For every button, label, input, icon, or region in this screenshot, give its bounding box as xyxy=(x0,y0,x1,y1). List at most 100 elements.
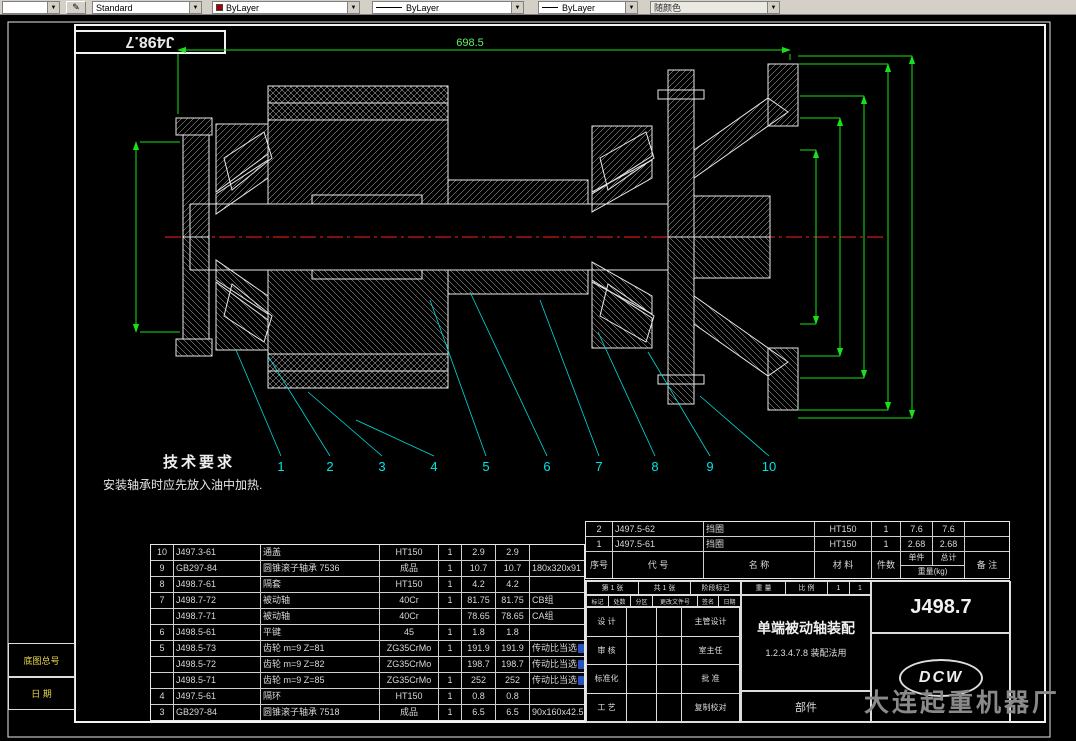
cell-remark: 传动比当选时,用 xyxy=(530,641,584,656)
cell-qty xyxy=(439,609,461,624)
cell-material: 成品 xyxy=(380,705,438,720)
cell-total-weight: 81.75 xyxy=(496,593,529,608)
remark-text: 传动比当选 xyxy=(532,659,578,669)
cell-material: HT150 xyxy=(380,545,438,560)
cell-total-weight: 10.7 xyxy=(496,561,529,576)
scale-row: 重 量 比 例 1 1 xyxy=(741,581,871,595)
cell-name: 齿轮 m=9 Z=81 xyxy=(261,641,379,656)
cell-qty: 1 xyxy=(439,641,461,656)
rev-date-label: 日期 xyxy=(723,599,736,606)
linetype-line-icon xyxy=(376,7,402,8)
linetype-value: ByLayer xyxy=(406,2,440,13)
lineweight-value: ByLayer xyxy=(562,2,596,13)
sheet-total: 共 1 张 xyxy=(639,582,691,594)
sign-blank xyxy=(657,693,682,722)
title-block: 第 1 张 共 1 张 阶段标记 重 量 比 例 1 1 J498.7 标记 处… xyxy=(585,580,1057,723)
drawing-number: J498.7 xyxy=(871,581,1011,633)
sign-label: 设 计 xyxy=(587,608,627,637)
callout-6: 6 xyxy=(543,459,550,474)
cell-material: 成品 xyxy=(380,561,438,576)
cell-code: J497.5-62 xyxy=(613,522,703,536)
cell-remark xyxy=(530,625,584,640)
tech-requirements-title: 技术要求 xyxy=(163,453,235,471)
cell-code: J498.5-73 xyxy=(174,641,260,656)
lineweight-combo[interactable]: ByLayer ▼ xyxy=(538,1,638,14)
cell-name: 挡圈 xyxy=(704,537,814,551)
header-seq: 序号 xyxy=(586,552,612,578)
cell-qty: 1 xyxy=(439,705,461,720)
cell-unit-weight: 4.2 xyxy=(462,577,495,592)
callout-numbers: 1 2 3 4 5 6 7 8 9 10 xyxy=(277,459,776,474)
linetype-combo[interactable]: ByLayer ▼ xyxy=(372,1,524,14)
cell-seq: 4 xyxy=(151,689,173,704)
weight-label: 重 量 xyxy=(742,582,786,594)
cell-remark: 传动比当选时,用 xyxy=(530,673,584,688)
stage-mark-label: 阶段标记 xyxy=(701,585,730,592)
dropdown-arrow-icon[interactable]: ▼ xyxy=(511,2,523,13)
sign-label-2: 主管设计 xyxy=(682,608,740,637)
sign-label: 标准化 xyxy=(587,665,627,694)
text-style-button[interactable]: ✎ xyxy=(66,1,86,14)
dropdown-arrow-icon[interactable]: ▼ xyxy=(625,2,637,13)
dropdown-arrow-icon[interactable]: ▼ xyxy=(347,2,359,13)
cell-name: 被动轴 xyxy=(261,593,379,608)
dropdown-arrow-icon[interactable]: ▼ xyxy=(47,2,59,13)
cell-unit-weight: 1.8 xyxy=(462,625,495,640)
sheet-number: 第 1 张 xyxy=(587,582,639,594)
cell-name: 隔套 xyxy=(261,577,379,592)
assembly-title: 单端被动轴装配 xyxy=(757,620,855,636)
header-name: 名 称 xyxy=(704,552,814,578)
color-swatch-icon xyxy=(216,4,223,11)
cell-code: GB297-84 xyxy=(174,705,260,720)
cell-seq: 6 xyxy=(151,625,173,640)
dropdown-arrow-icon[interactable]: ▼ xyxy=(767,2,779,13)
margin-box-date: 日 期 xyxy=(8,677,75,710)
sign-label-2: 复制校对 xyxy=(682,693,740,722)
header-material: 材 料 xyxy=(815,552,871,578)
cell-unit-weight: 252 xyxy=(462,673,495,688)
cell-unit-weight: 2.9 xyxy=(462,545,495,560)
sign-blank xyxy=(627,608,657,637)
cell-name: 通盖 xyxy=(261,545,379,560)
cell-total-weight: 6.5 xyxy=(496,705,529,720)
rev-zone-label: 分区 xyxy=(631,596,653,606)
mirrored-title-text: J498.7 xyxy=(125,33,174,50)
assembly-title-cell: 单端被动轴装配 1.2.3.4.7.8 装配法用 xyxy=(741,595,871,691)
cell-total-weight: 2.68 xyxy=(933,537,964,551)
cell-material: ZG35CrMo xyxy=(380,657,438,672)
cell-name: 齿轮 m=9 Z=82 xyxy=(261,657,379,672)
callout-7: 7 xyxy=(595,459,602,474)
sign-blank xyxy=(657,608,682,637)
signature-grid: 设 计 主管设计 审 核 室主任 标准化 批 准 工 艺 复制校对 xyxy=(586,607,741,723)
bom-table-main: 2 J497.5-62 挡圈 HT150 1 7.6 7.6 1 J497.5-… xyxy=(585,521,1010,579)
header-code: 代 号 xyxy=(613,552,703,578)
plotstyle-combo[interactable]: 随颜色 ▼ xyxy=(650,1,780,14)
cell-name: 被动轴 xyxy=(261,609,379,624)
sign-label: 工 艺 xyxy=(587,693,627,722)
cell-seq: 1 xyxy=(586,537,612,551)
cell-code: J497.5-61 xyxy=(174,689,260,704)
dropdown-arrow-icon[interactable]: ▼ xyxy=(189,2,201,13)
callout-2: 2 xyxy=(326,459,333,474)
cell-remark xyxy=(530,577,584,592)
cell-total-weight: 4.2 xyxy=(496,577,529,592)
text-style-combo[interactable]: Standard ▼ xyxy=(92,1,202,14)
unnamed-combo[interactable]: ▼ xyxy=(2,1,60,14)
text-style-value: Standard xyxy=(96,2,133,13)
cell-seq xyxy=(151,609,173,624)
cell-qty: 1 xyxy=(439,593,461,608)
cell-remark: 180x320x91 xyxy=(530,561,584,576)
callout-9: 9 xyxy=(706,459,713,474)
cell-code: J498.7-71 xyxy=(174,609,260,624)
cell-total-weight: 78.65 xyxy=(496,609,529,624)
sign-blank xyxy=(627,636,657,665)
cell-unit-weight: 0.8 xyxy=(462,689,495,704)
cell-unit-weight: 191.9 xyxy=(462,641,495,656)
cell-total-weight: 0.8 xyxy=(496,689,529,704)
sign-label-2: 室主任 xyxy=(682,636,740,665)
color-control-combo[interactable]: ByLayer ▼ xyxy=(212,1,360,14)
overall-dimension-text: 698.5 xyxy=(456,37,484,49)
cell-qty: 1 xyxy=(439,689,461,704)
part-type-label: 部件 xyxy=(741,691,871,723)
rev-mark-label: 标记 xyxy=(587,596,609,606)
